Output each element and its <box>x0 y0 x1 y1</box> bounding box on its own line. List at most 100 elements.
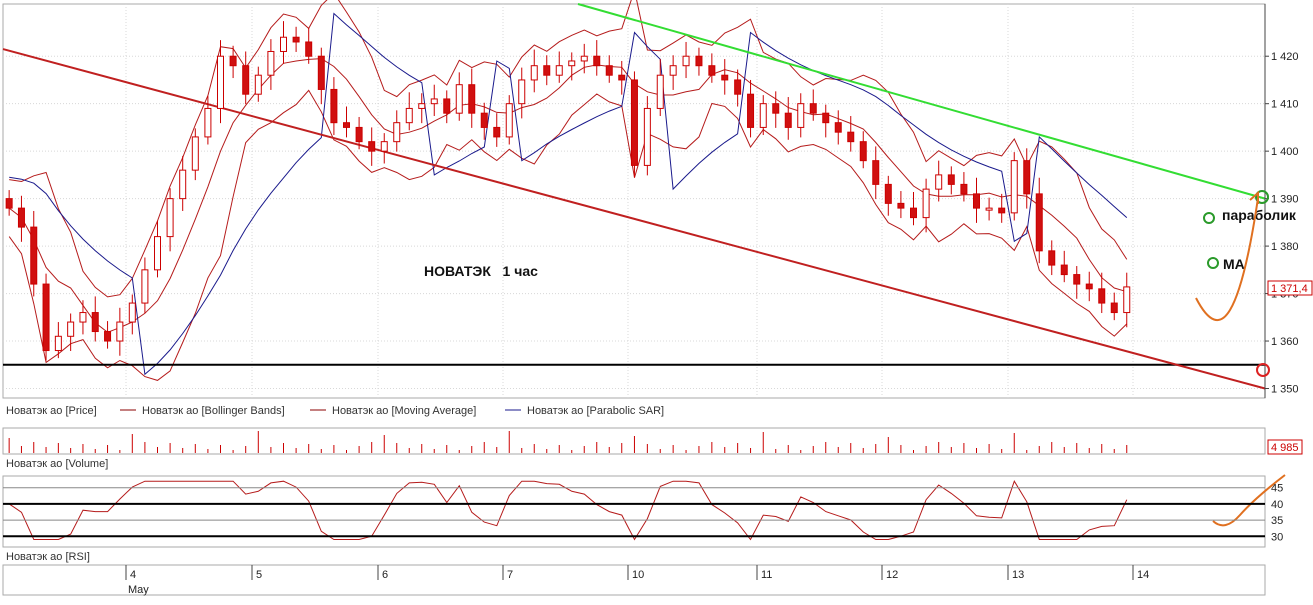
candle-up <box>505 103 513 138</box>
candle-up <box>128 302 136 323</box>
candle-up <box>217 55 224 109</box>
candle-down <box>368 141 376 152</box>
candle-down <box>695 55 703 67</box>
candle-up <box>67 321 75 337</box>
candle-up <box>166 198 174 238</box>
legend-label: Новатэк ао [Price] <box>6 405 97 417</box>
candle-up <box>797 103 805 128</box>
candle-down <box>593 55 601 67</box>
candle-down <box>910 207 917 219</box>
candle-down <box>1073 274 1081 285</box>
candle-down <box>229 55 237 67</box>
candle-up <box>179 169 187 200</box>
candle-down <box>960 183 968 195</box>
candle-down <box>809 103 817 114</box>
candle-down <box>973 193 980 209</box>
candle-down <box>1023 160 1031 195</box>
chart-title: НОВАТЭК 1 час <box>424 263 538 279</box>
candle-down <box>947 174 955 185</box>
candle-up <box>430 98 438 105</box>
candle-up <box>682 55 690 67</box>
candle-up <box>254 74 262 95</box>
candle-up <box>393 122 401 143</box>
candle-down <box>998 207 1006 214</box>
price-tick-label: 1 360 <box>1271 336 1299 348</box>
parabolic-annotation: параболик <box>1222 207 1297 223</box>
price-tick-label: 1 400 <box>1271 146 1299 158</box>
day-tick-label: 7 <box>507 569 513 581</box>
price-axis: 1 3501 3601 3701 3801 3901 4001 4101 420 <box>1264 4 1299 398</box>
candle-up <box>204 107 212 138</box>
price-tick-label: 1 350 <box>1271 384 1299 396</box>
candle-down <box>859 141 867 162</box>
candle-down <box>1048 250 1056 266</box>
candle-up <box>643 107 651 166</box>
candle-up <box>935 174 943 190</box>
candle-up <box>922 188 930 219</box>
legend-label: Новатэк ао [Parabolic SAR] <box>527 405 664 417</box>
candle-up <box>518 79 526 105</box>
day-tick-label: 14 <box>1137 569 1149 581</box>
volume-value-label: 4 985 <box>1271 442 1299 454</box>
candle-down <box>1035 193 1043 252</box>
day-tick-label: 6 <box>382 569 388 581</box>
candle-up <box>405 107 413 124</box>
day-tick-label: 5 <box>256 569 262 581</box>
day-tick-label: 11 <box>761 569 772 581</box>
candle-down <box>305 41 313 57</box>
candle-up <box>418 103 426 109</box>
candle-up <box>568 60 576 67</box>
price-tick-label: 1 390 <box>1271 194 1299 206</box>
candle-up <box>141 269 149 304</box>
candle-down <box>5 198 13 209</box>
candle-down <box>721 74 729 81</box>
candle-up <box>759 103 767 128</box>
candle-down <box>847 131 855 143</box>
candle-down <box>493 126 501 138</box>
volume-panel-label: Новатэк ао [Volume] <box>6 458 108 470</box>
candle-down <box>1098 288 1106 304</box>
candle-down <box>708 65 716 76</box>
rsi-tick-label: 35 <box>1271 515 1283 527</box>
candle-down <box>543 65 551 76</box>
candle-down <box>42 283 50 352</box>
rsi-tick-label: 45 <box>1271 483 1283 495</box>
candle-up <box>191 136 199 171</box>
candle-down <box>772 103 780 114</box>
legend-label: Новатэк ао [Moving Average] <box>332 405 476 417</box>
candle-down <box>618 74 626 81</box>
candle-down <box>292 36 300 43</box>
candle-up <box>267 50 275 76</box>
candle-down <box>468 84 476 114</box>
candle-down <box>605 65 613 76</box>
candle-up <box>116 321 124 342</box>
rsi-tick-label: 40 <box>1271 499 1283 511</box>
candle-down <box>317 55 325 90</box>
candle-down <box>104 331 112 342</box>
candle-down <box>734 79 742 95</box>
candle-down <box>1085 283 1093 290</box>
candle-up <box>54 335 62 352</box>
candle-down <box>17 207 25 228</box>
ma-annotation: MA <box>1223 256 1245 272</box>
day-tick-label: 10 <box>632 569 644 581</box>
rsi-panel-label: Новатэк ао [RSI] <box>6 551 90 563</box>
price-tick-label: 1 420 <box>1271 51 1299 63</box>
candle-down <box>784 112 792 128</box>
candle-down <box>1110 302 1118 314</box>
candle-up <box>1010 160 1018 214</box>
candle-down <box>872 160 880 185</box>
candle-down <box>242 65 250 95</box>
candle-down <box>1060 264 1068 276</box>
candle-down <box>897 202 905 209</box>
candle-down <box>343 122 350 128</box>
candle-up <box>669 65 677 76</box>
price-tick-label: 1 410 <box>1271 99 1299 111</box>
candle-down <box>630 79 638 166</box>
candle-up <box>580 55 588 62</box>
day-tick-label: 13 <box>1012 569 1024 581</box>
chart-root: 1 3501 3601 3701 3801 3901 4001 4101 420… <box>0 0 1313 600</box>
candle-up <box>154 236 161 271</box>
candle-down <box>91 312 99 333</box>
candle-down <box>822 112 830 124</box>
